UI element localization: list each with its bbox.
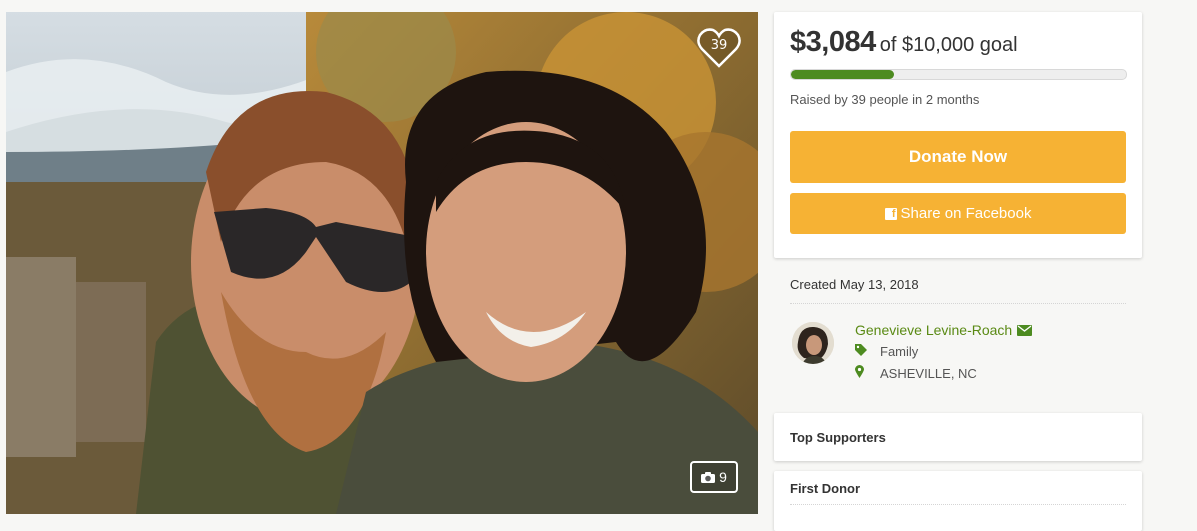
raised-summary: Raised by 39 people in 2 months (790, 92, 980, 107)
top-supporters-title: Top Supporters (790, 430, 886, 445)
organizer-name: Genevieve Levine-Roach (855, 322, 1013, 338)
share-facebook-button[interactable]: f Share on Facebook (790, 193, 1126, 234)
top-supporters-panel[interactable]: Top Supporters (774, 413, 1142, 461)
divider (790, 303, 1126, 304)
location-row: ASHEVILLE, NC (855, 365, 977, 381)
donation-card: $3,084 of $10,000 goal Raised by 39 peopl… (774, 12, 1142, 258)
organizer-link[interactable]: Genevieve Levine-Roach (855, 322, 1033, 338)
organizer-avatar[interactable] (792, 322, 834, 364)
campaign-photo[interactable]: 39 9 (6, 12, 758, 514)
facebook-icon: f (884, 207, 897, 220)
tag-icon (855, 344, 880, 359)
heart-count: 39 (710, 38, 728, 53)
created-date: Created May 13, 2018 (790, 277, 919, 292)
heart-badge[interactable]: 39 (696, 26, 742, 70)
map-pin-icon (855, 365, 880, 381)
progress-bar-fill (791, 70, 895, 79)
goal-amount: of $10,000 goal (879, 34, 1018, 56)
donate-now-button[interactable]: Donate Now (790, 131, 1126, 183)
raised-amount: $3,084 (790, 26, 876, 58)
photo-count: 9 (719, 469, 727, 485)
photo-gallery-button[interactable]: 9 (690, 461, 738, 493)
divider (790, 504, 1126, 505)
campaign-photo-image (6, 12, 758, 514)
share-facebook-label: Share on Facebook (900, 205, 1032, 222)
category-row: Family (855, 344, 918, 359)
category-label: Family (880, 344, 919, 359)
first-donor-title: First Donor (790, 481, 861, 496)
progress-bar (790, 69, 1127, 80)
camera-icon (701, 471, 716, 483)
envelope-icon[interactable] (1017, 324, 1033, 336)
location-label: ASHEVILLE, NC (880, 365, 977, 381)
amount-line: $3,084 of $10,000 goal (790, 26, 1018, 59)
first-donor-panel[interactable]: First Donor (774, 471, 1142, 531)
